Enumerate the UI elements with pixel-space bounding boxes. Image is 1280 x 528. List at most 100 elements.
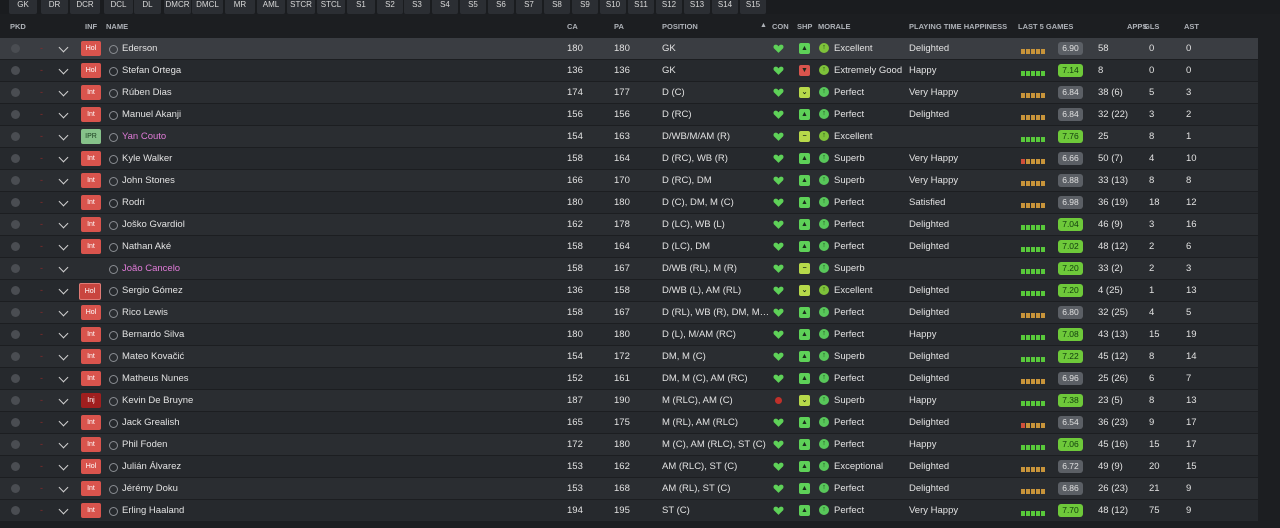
- player-name[interactable]: Phil Foden: [122, 434, 167, 455]
- inf-badge[interactable]: Int: [81, 107, 101, 122]
- pkd-toggle[interactable]: [11, 440, 20, 449]
- pkd-toggle[interactable]: [11, 220, 20, 229]
- table-row[interactable]: - Hol Stefan Ortega 136 136 GK ▼ ↑ Extremely Goo…: [0, 60, 1258, 81]
- position-filter-s6[interactable]: S6: [488, 0, 514, 14]
- heart-icon[interactable]: [773, 131, 784, 142]
- pkd-toggle[interactable]: [11, 286, 20, 295]
- pkd-toggle[interactable]: [11, 396, 20, 405]
- inf-badge[interactable]: Hol: [79, 283, 101, 300]
- table-row[interactable]: - Int Rodri 180 180 D (C), DM, M (C) ▲ ↑ Perfect…: [0, 192, 1258, 213]
- inf-badge[interactable]: IPR: [81, 129, 101, 144]
- player-name[interactable]: Rúben Dias: [122, 82, 172, 103]
- table-row[interactable]: - Int John Stones 166 170 D (RC), DM ▲ ↑ Superb V…: [0, 170, 1258, 191]
- col-inf[interactable]: INF: [85, 22, 97, 31]
- position-filter-s3[interactable]: S3: [404, 0, 430, 14]
- sharpness-icon[interactable]: ▲: [799, 219, 810, 230]
- table-row[interactable]: - Hol Sergio Gómez 136 158 D/WB (L), AM (RL) ⌄…: [0, 280, 1258, 301]
- chevron-down-icon[interactable]: [58, 64, 69, 75]
- position-filter-s2[interactable]: S2: [377, 0, 403, 14]
- inf-badge[interactable]: Int: [81, 195, 101, 210]
- table-row[interactable]: - IPR Yan Couto 154 163 D/WB/M/AM (R) − ↑ Excell…: [0, 126, 1258, 147]
- sharpness-icon[interactable]: ⌄: [799, 395, 810, 406]
- heart-icon[interactable]: [773, 285, 784, 296]
- player-name[interactable]: Yan Couto: [122, 126, 166, 147]
- chevron-down-icon[interactable]: [58, 350, 69, 361]
- heart-icon[interactable]: [773, 197, 784, 208]
- inf-badge[interactable]: Int: [81, 371, 101, 386]
- position-filter-s10[interactable]: S10: [600, 0, 626, 14]
- position-filter-dcr[interactable]: DCR: [70, 0, 100, 14]
- position-filter-s11[interactable]: S11: [628, 0, 654, 14]
- table-row[interactable]: - Int Kyle Walker 158 164 D (RC), WB (R) ▲ ↑ Sup…: [0, 148, 1258, 169]
- pkd-toggle[interactable]: [11, 154, 20, 163]
- player-name[interactable]: Sergio Gómez: [122, 280, 183, 301]
- table-row[interactable]: - Int Erling Haaland 194 195 ST (C) ▲ ↑ Perfect V…: [0, 500, 1258, 521]
- position-filter-dr[interactable]: DR: [41, 0, 68, 14]
- chevron-down-icon[interactable]: [58, 306, 69, 317]
- player-name[interactable]: Manuel Akanji: [122, 104, 181, 125]
- pkd-toggle[interactable]: [11, 264, 20, 273]
- position-filter-s5[interactable]: S5: [460, 0, 486, 14]
- position-filter-s9[interactable]: S9: [572, 0, 598, 14]
- table-row[interactable]: - Hol Rico Lewis 158 167 D (RL), WB (R), DM, …: [0, 302, 1258, 323]
- pkd-toggle[interactable]: [11, 242, 20, 251]
- chevron-down-icon[interactable]: [58, 86, 69, 97]
- player-name[interactable]: Kyle Walker: [122, 148, 172, 169]
- heart-icon[interactable]: [773, 65, 784, 76]
- sharpness-icon[interactable]: ▲: [799, 307, 810, 318]
- player-name[interactable]: João Cancelo: [122, 258, 180, 279]
- heart-icon[interactable]: [773, 153, 784, 164]
- chevron-down-icon[interactable]: [58, 196, 69, 207]
- table-row[interactable]: - Int Jérémy Doku 153 168 AM (RL), ST (C) ▲ ↑ Pe…: [0, 478, 1258, 499]
- heart-icon[interactable]: [773, 109, 784, 120]
- position-filter-s14[interactable]: S14: [712, 0, 738, 14]
- position-filter-s4[interactable]: S4: [432, 0, 458, 14]
- heart-icon[interactable]: [773, 417, 784, 428]
- chevron-down-icon[interactable]: [58, 130, 69, 141]
- heart-icon[interactable]: [773, 307, 784, 318]
- pkd-toggle[interactable]: [11, 352, 20, 361]
- player-name[interactable]: Erling Haaland: [122, 500, 184, 521]
- position-filter-aml[interactable]: AML: [257, 0, 285, 14]
- heart-icon[interactable]: [773, 373, 784, 384]
- pkd-toggle[interactable]: [11, 132, 20, 141]
- player-name[interactable]: Mateo Kovačić: [122, 346, 184, 367]
- chevron-down-icon[interactable]: [58, 394, 69, 405]
- sharpness-icon[interactable]: ▲: [799, 505, 810, 516]
- pkd-toggle[interactable]: [11, 506, 20, 515]
- chevron-down-icon[interactable]: [58, 218, 69, 229]
- player-name[interactable]: Matheus Nunes: [122, 368, 189, 389]
- player-name[interactable]: Julián Álvarez: [122, 456, 181, 477]
- col-ast[interactable]: AST: [1184, 22, 1199, 31]
- table-row[interactable]: - Hol Julián Álvarez 153 162 AM (RLC), ST (C)…: [0, 456, 1258, 477]
- inf-badge[interactable]: Int: [81, 327, 101, 342]
- inf-badge[interactable]: Hol: [81, 305, 101, 320]
- sharpness-icon[interactable]: ▲: [799, 43, 810, 54]
- pkd-toggle[interactable]: [11, 308, 20, 317]
- heart-icon[interactable]: [773, 241, 784, 252]
- chevron-down-icon[interactable]: [58, 240, 69, 251]
- table-row[interactable]: - Int Nathan Aké 158 164 D (LC), DM ▲ ↑ Perfect D…: [0, 236, 1258, 257]
- col-morale[interactable]: MORALE: [818, 22, 851, 31]
- sharpness-icon[interactable]: ▲: [799, 241, 810, 252]
- inf-badge[interactable]: Int: [81, 217, 101, 232]
- chevron-down-icon[interactable]: [58, 482, 69, 493]
- heart-icon[interactable]: [773, 483, 784, 494]
- chevron-down-icon[interactable]: [58, 372, 69, 383]
- inf-badge[interactable]: Int: [81, 437, 101, 452]
- table-row[interactable]: - Int Joško Gvardiol 162 178 D (LC), WB (L) ▲ ↑…: [0, 214, 1258, 235]
- col-shp[interactable]: SHP: [797, 22, 812, 31]
- position-filter-s8[interactable]: S8: [544, 0, 570, 14]
- sharpness-icon[interactable]: ▲: [799, 483, 810, 494]
- chevron-down-icon[interactable]: [58, 152, 69, 163]
- chevron-down-icon[interactable]: [58, 328, 69, 339]
- table-row[interactable]: - Inj Kevin De Bruyne 187 190 M (RLC), AM (C)…: [0, 390, 1258, 411]
- sharpness-icon[interactable]: ▲: [799, 153, 810, 164]
- sharpness-icon[interactable]: ⌄: [799, 285, 810, 296]
- position-filter-s7[interactable]: S7: [516, 0, 542, 14]
- inf-badge[interactable]: Hol: [81, 63, 101, 78]
- inf-badge[interactable]: Int: [81, 173, 101, 188]
- inf-badge[interactable]: Hol: [81, 41, 101, 56]
- heart-icon[interactable]: [773, 175, 784, 186]
- pkd-toggle[interactable]: [11, 484, 20, 493]
